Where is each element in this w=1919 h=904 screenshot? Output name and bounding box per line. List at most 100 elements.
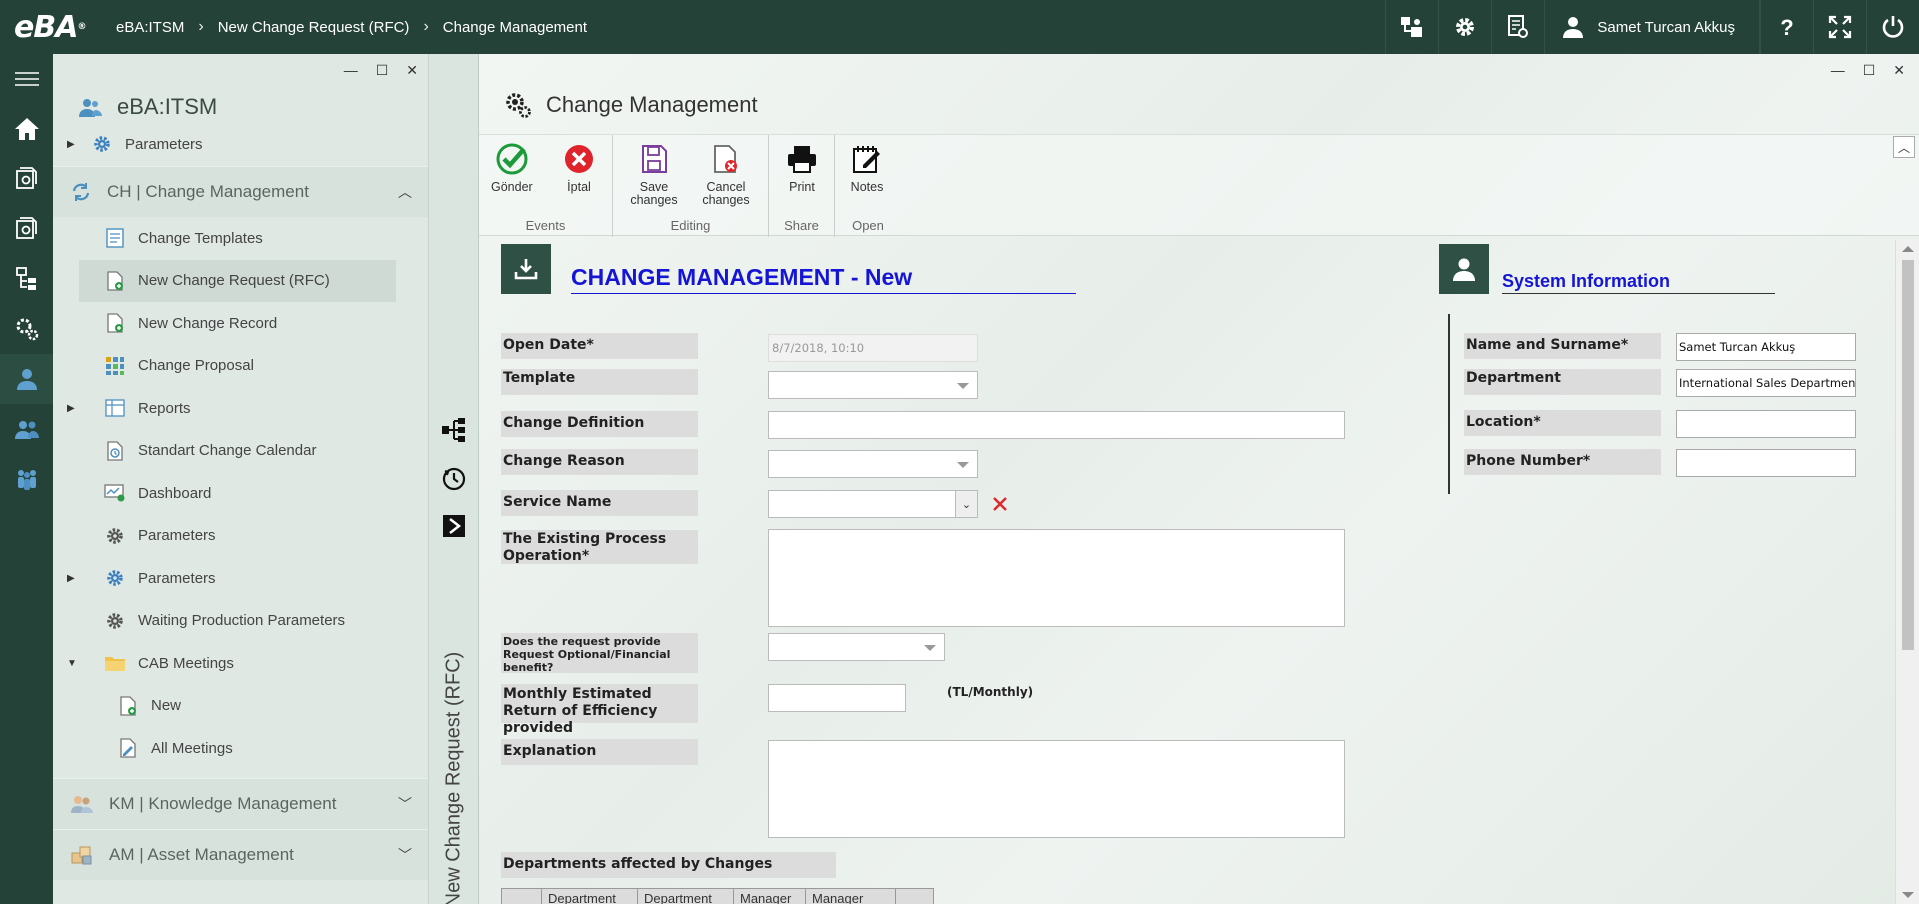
sidebar-item-standart-change-calendar[interactable]: Standart Change Calendar [53,430,428,473]
chevron-down-icon[interactable]: ﹀ [398,845,412,865]
workflow-button[interactable] [441,417,467,443]
help-icon: ? [1780,15,1793,40]
minimize-icon[interactable]: — [1831,62,1845,79]
sidebar-item-label: Parameters [125,135,203,153]
chevron-down-icon[interactable]: ﹀ [398,794,412,814]
sidebar-item-label: Parameters [138,527,216,545]
location-input[interactable] [1676,410,1856,438]
help-button[interactable]: ? [1760,0,1813,54]
phone-number-input[interactable] [1676,449,1856,477]
notes-button[interactable]: Notes [849,141,885,194]
chevron-up-icon[interactable]: ︿ [398,182,412,202]
name-surname-input[interactable]: Samet Turcan Akkuş [1676,333,1856,361]
next-step-button[interactable] [441,513,467,539]
rail-item-2[interactable] [0,154,53,204]
scrollbar-thumb[interactable] [1902,260,1914,650]
eba-logo[interactable]: eBA ® [0,0,102,54]
sidebar-item-change-proposal[interactable]: Change Proposal [53,345,428,388]
department-input[interactable]: International Sales Department [1676,369,1856,397]
sidebar-group-change-management[interactable]: CH | Change Management ︿ [53,166,428,217]
change-reason-select[interactable] [768,450,978,478]
rail-item-5[interactable] [0,304,53,354]
sidebar-item-cab-meetings[interactable]: ▼ CAB Meetings [53,642,428,685]
sidebar-item-parameters-3[interactable]: ▶ Parameters [53,557,428,600]
monthly-return-input[interactable] [768,684,906,712]
sidebar-item-waiting-production-parameters[interactable]: Waiting Production Parameters [53,600,428,643]
sidebar-item-change-templates[interactable]: Change Templates [53,217,428,260]
breadcrumb-item-2[interactable]: New Change Request (RFC) [204,19,424,36]
sidebar-item-new-change-record[interactable]: New Change Record [53,302,428,345]
scroll-down-icon[interactable] [1902,892,1914,898]
clear-service-button[interactable] [989,493,1011,515]
sidebar-item-new-change-request[interactable]: New Change Request (RFC) [79,259,396,302]
expand-arrow-icon[interactable]: ▶ [67,139,75,150]
expand-arrow-icon[interactable]: ▶ [67,403,75,414]
user-menu[interactable]: Samet Turcan Akkuş [1544,0,1760,54]
form-header: CHANGE MANAGEMENT - New [501,244,1076,294]
save-changes-button[interactable]: Save changes [627,141,681,207]
table-column-header[interactable]: Manager [806,889,896,904]
ribbon-group-label: Events [525,218,566,233]
submit-button[interactable]: Gönder [491,141,533,194]
open-date-field: 8/7/2018, 10:10 [768,334,978,362]
rail-item-user[interactable] [0,354,53,404]
rail-item-3[interactable] [0,204,53,254]
collapse-ribbon-button[interactable]: ︿ [1893,136,1915,158]
template-label: Template [501,369,698,395]
fullscreen-button[interactable] [1813,0,1866,54]
location-label: Location* [1464,410,1661,436]
print-button[interactable]: Print [784,141,820,194]
service-name-label: Service Name [501,490,698,516]
table-column-header[interactable]: Department [638,889,734,904]
sidebar-item-dashboard[interactable]: Dashboard [53,472,428,515]
financial-benefit-select[interactable] [768,633,945,661]
maximize-icon[interactable]: ☐ [1863,62,1876,79]
sidebar-item-parameters[interactable]: ▶ Parameters [53,128,428,160]
change-definition-input[interactable] [768,411,1345,439]
expand-arrow-icon[interactable]: ▶ [67,573,75,584]
scroll-up-icon[interactable] [1902,246,1914,252]
hamburger-menu-button[interactable] [0,54,53,104]
sidebar-group-knowledge-management[interactable]: KM | Knowledge Management ﹀ [53,777,428,829]
sidebar-item-new-meeting[interactable]: New [53,685,428,728]
home-icon [14,118,39,140]
close-icon[interactable]: ✕ [1893,62,1905,79]
rail-item-4[interactable] [0,254,53,304]
form-scrollbar[interactable] [1895,240,1919,904]
sidebar-item-all-meetings[interactable]: All Meetings [53,727,428,770]
gear-icon [91,133,113,155]
template-icon [104,227,126,249]
sidebar-group-asset-management[interactable]: AM | Asset Management ﹀ [53,828,428,880]
minimize-icon[interactable]: — [344,62,358,78]
logout-button[interactable] [1866,0,1919,54]
sidebar-title: eBA:ITSM [117,94,218,119]
rail-home[interactable] [0,104,53,154]
cancel-button[interactable]: İptal [561,141,597,194]
sidebar-item-reports[interactable]: ▶ Reports [53,387,428,430]
rail-item-group[interactable] [0,404,53,454]
service-name-combobox[interactable]: ⌄ [768,490,978,518]
chevron-down-icon[interactable]: ⌄ [955,491,977,517]
breadcrumb-item-3[interactable]: Change Management [429,19,601,36]
close-icon[interactable]: ✕ [406,62,418,79]
sidebar-item-label: New [151,697,182,715]
maximize-icon[interactable]: ☐ [376,62,389,79]
cancel-changes-button[interactable]: Cancel changes [699,141,753,207]
explanation-textarea[interactable] [768,740,1345,838]
clear-icon [993,497,1007,511]
template-select[interactable] [768,371,978,399]
fullscreen-icon [1828,15,1852,39]
sidebar-item-parameters-2[interactable]: Parameters [53,515,428,558]
rail-item-team[interactable] [0,454,53,504]
settings-button[interactable] [1438,0,1491,54]
table-column-header[interactable]: Manager [734,889,806,904]
breadcrumb-separator-icon: › [423,18,429,35]
breadcrumb-item-1[interactable]: eBA:ITSM [102,19,198,36]
history-button[interactable] [441,465,467,491]
org-chart-button[interactable] [1385,0,1438,54]
collapse-arrow-icon[interactable]: ▼ [67,658,77,669]
sidebar-group-label: AM | Asset Management [109,844,294,864]
existing-process-textarea[interactable] [768,529,1345,627]
document-settings-button[interactable] [1491,0,1544,54]
table-column-header[interactable]: Department [542,889,638,904]
